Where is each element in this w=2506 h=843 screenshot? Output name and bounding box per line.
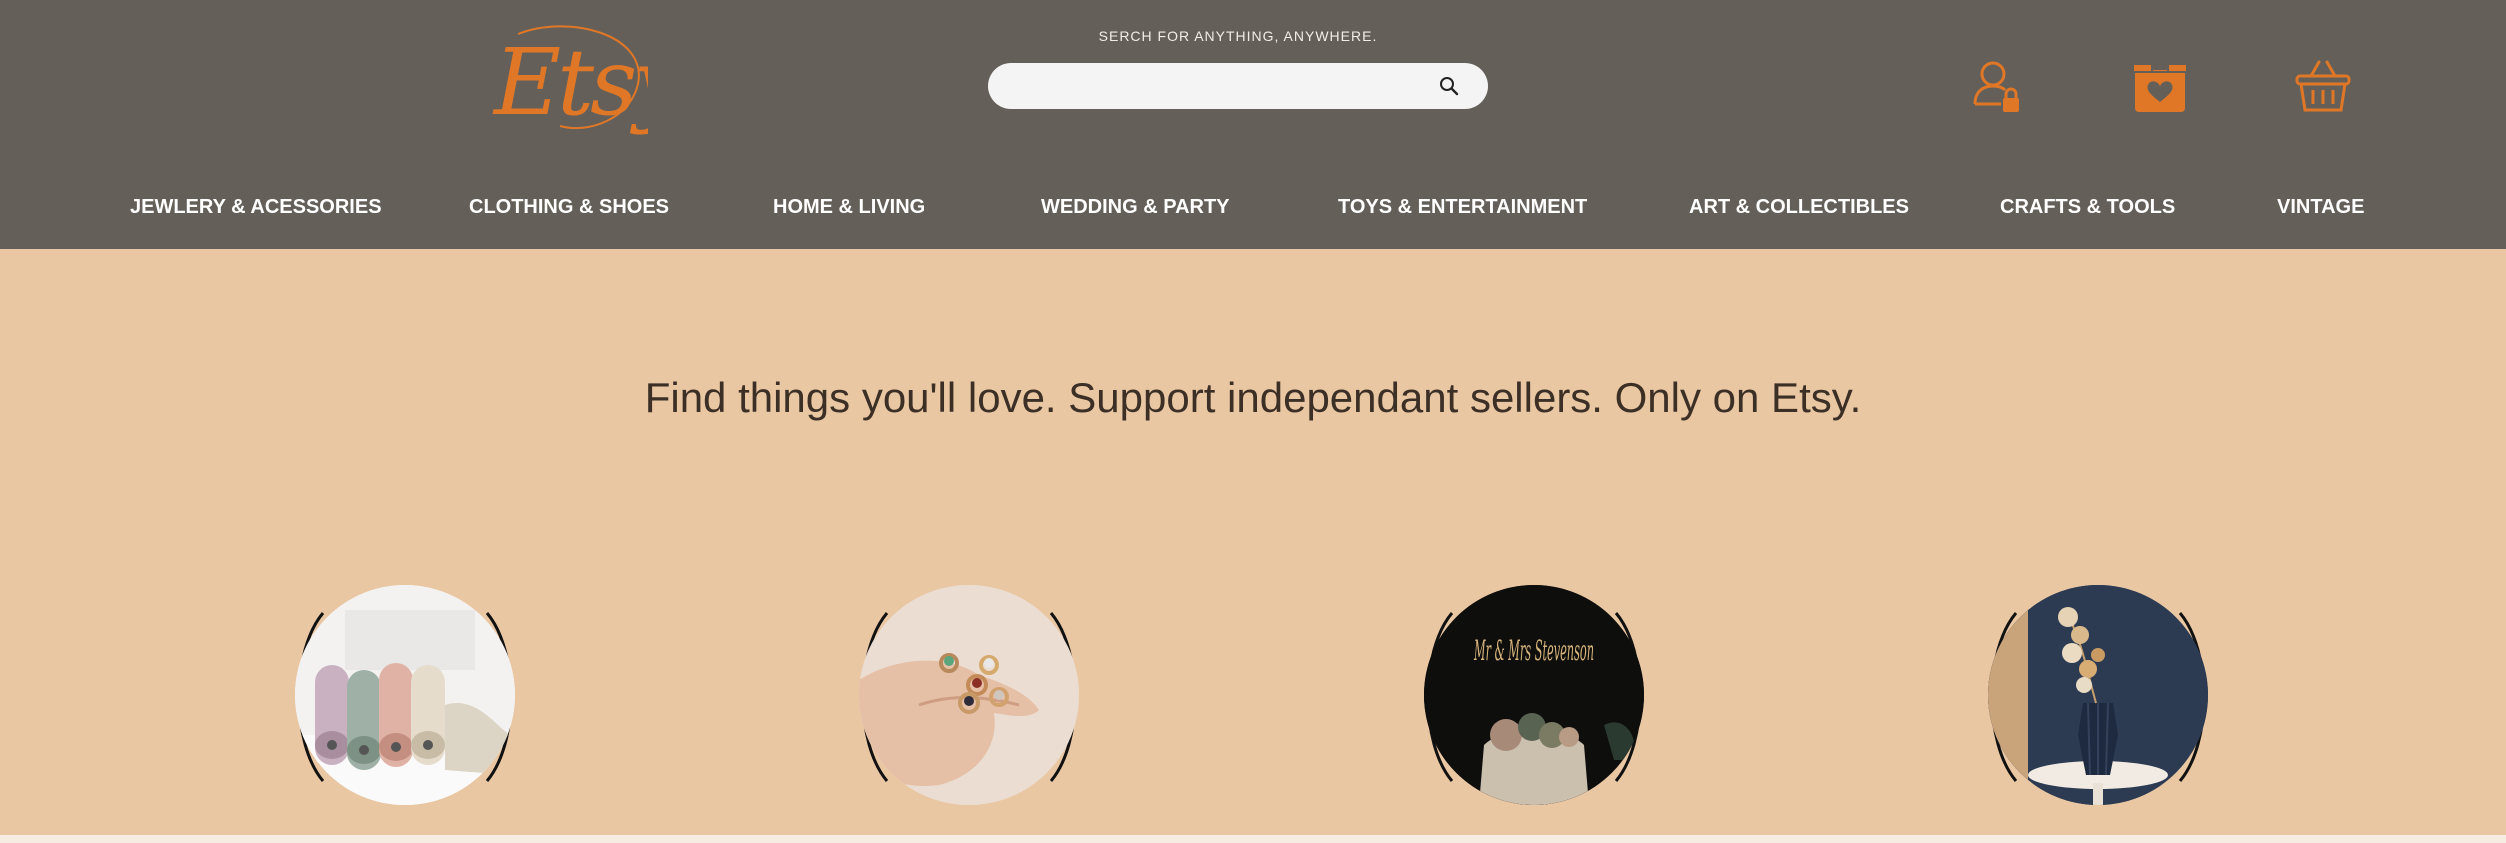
search-caption: SERCH FOR ANYTHING, ANYWHERE.: [1098, 28, 1378, 44]
category-wedding[interactable]: Mr & Mrs Stevenson: [1414, 585, 1654, 809]
hero-headline: Find things you'll love. Support indepen…: [644, 374, 1862, 421]
nav-crafts-tools[interactable]: CRAFTS & TOOLS: [2000, 196, 2175, 219]
etsy-logo[interactable]: Etsy: [488, 14, 648, 138]
category-image-home-decor[interactable]: [1988, 585, 2208, 805]
logo-text: Etsy: [492, 29, 648, 136]
nav-toys-entertainment[interactable]: TOYS & ENTERTAINMENT: [1338, 196, 1587, 219]
category-rings[interactable]: [849, 585, 1089, 809]
search-icon[interactable]: [1437, 74, 1461, 98]
site-header: Etsy SERCH FOR ANYTHING, ANYWHERE. JEWLE…: [0, 0, 2506, 249]
basket-icon[interactable]: [2293, 56, 2353, 116]
page-divider: [0, 835, 2506, 843]
search-bar[interactable]: [988, 63, 1488, 109]
nav-vintage[interactable]: VINTAGE: [2277, 196, 2364, 219]
logo-swash-icon: Etsy: [492, 25, 648, 136]
account-icon[interactable]: [1967, 56, 2027, 116]
category-image-wedding[interactable]: Mr & Mrs Stevenson: [1424, 585, 1644, 805]
nav-jewelry-accessories[interactable]: JEWLERY & ACESSORIES: [130, 196, 382, 219]
cake-topper-text: Mr & Mrs Stevenson: [1474, 634, 1594, 667]
search-input[interactable]: [1006, 71, 1430, 103]
category-fabrics[interactable]: [285, 585, 525, 809]
category-home-decor[interactable]: [1978, 585, 2218, 809]
category-image-rings[interactable]: [859, 585, 1079, 805]
nav-art-collectibles[interactable]: ART & COLLECTIBLES: [1689, 196, 1909, 219]
nav-clothing-shoes[interactable]: CLOTHING & SHOES: [469, 196, 669, 219]
nav-wedding-party[interactable]: WEDDING & PARTY: [1041, 196, 1230, 219]
category-image-fabrics[interactable]: [295, 585, 515, 805]
nav-home-living[interactable]: HOME & LIVING: [773, 196, 925, 219]
shop-box-icon[interactable]: [2130, 56, 2190, 116]
